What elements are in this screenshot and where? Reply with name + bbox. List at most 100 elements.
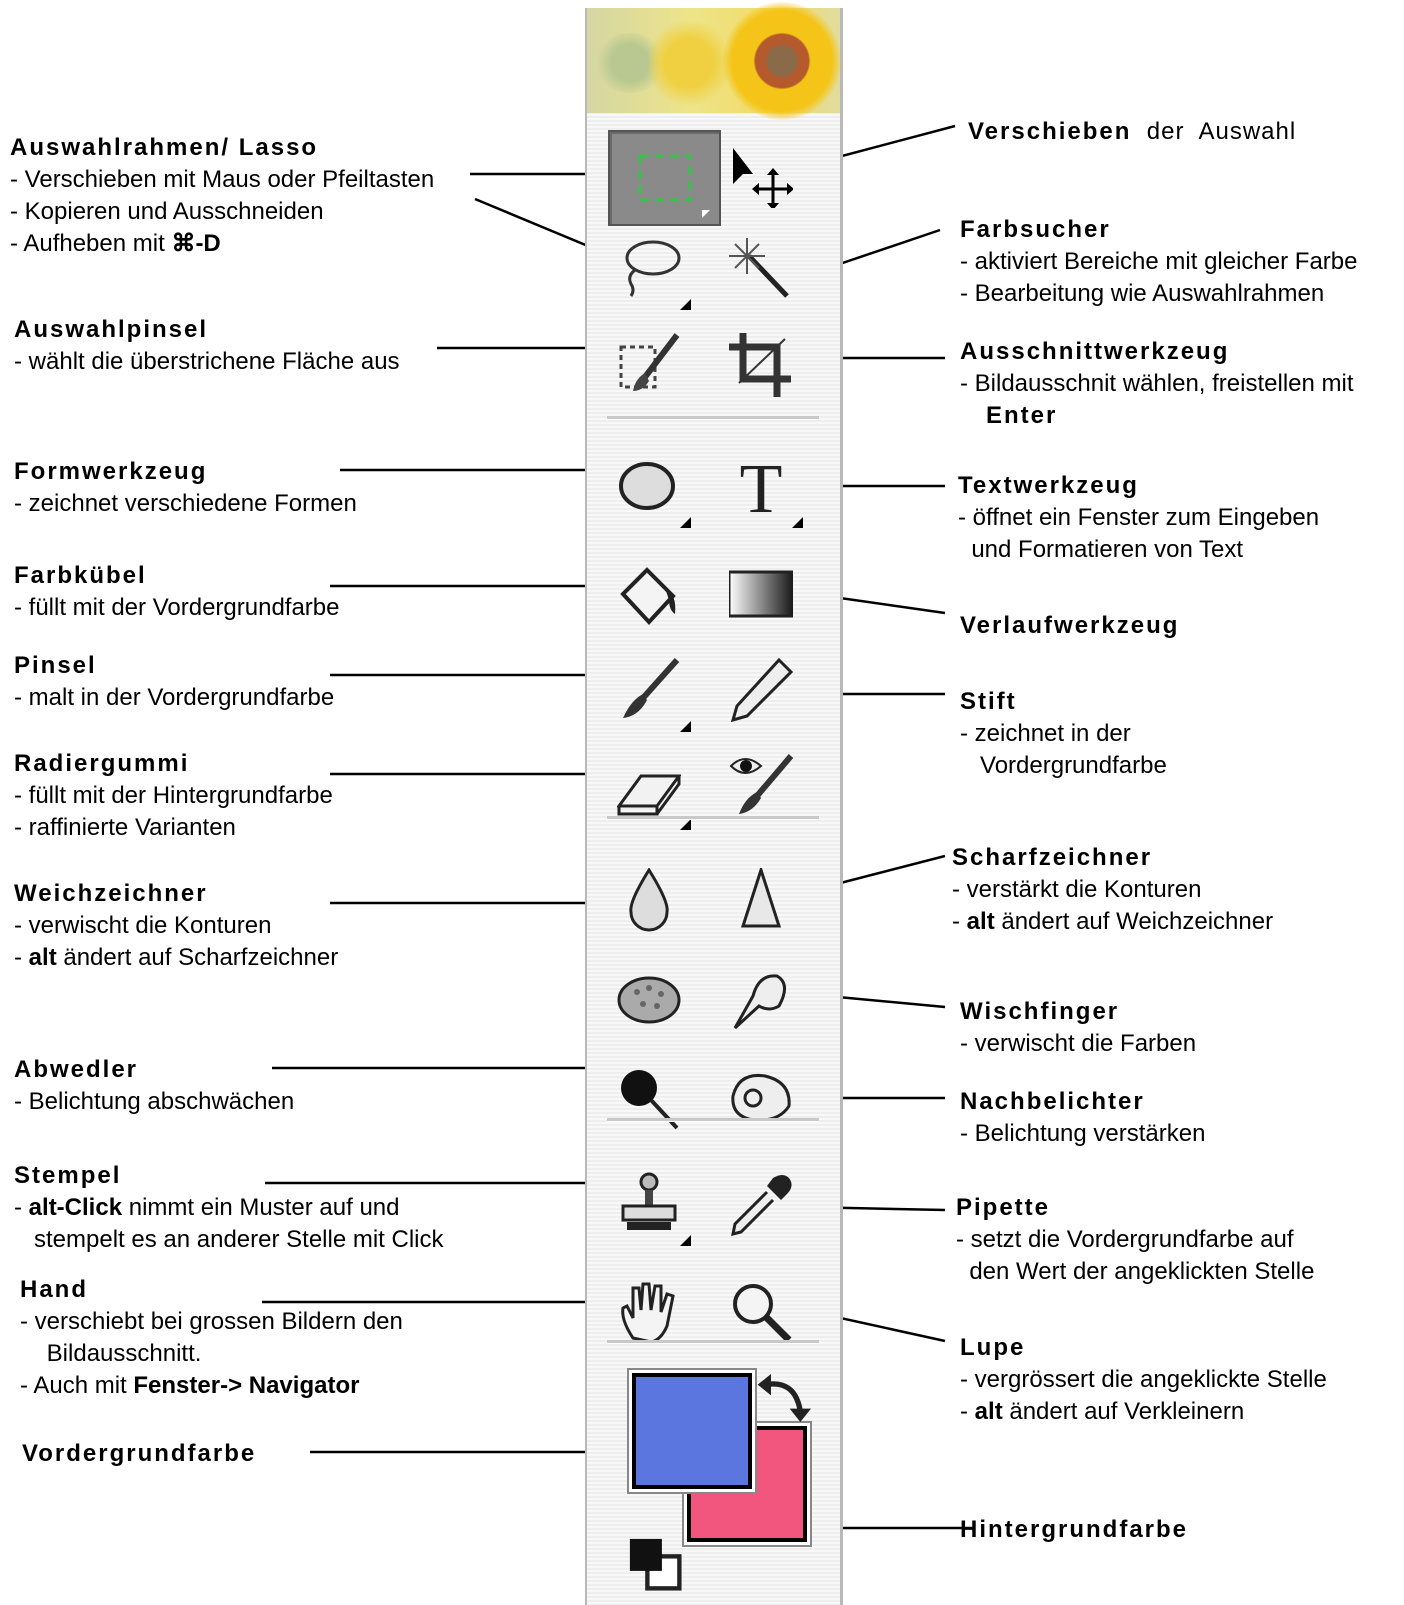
submenu-indicator <box>680 517 691 528</box>
desc: - verstärkt die Konturen <box>952 876 1202 903</box>
paint-bucket-tool-button[interactable] <box>617 564 681 628</box>
desc: - vergrössert die angeklickte Stelle <box>960 1366 1327 1393</box>
desc: - verwischt die Farben <box>960 1030 1197 1057</box>
label-stempel: Stempel - alt-Click nimmt ein Muster auf… <box>14 1160 444 1256</box>
desc: Verschieben der Auswahl <box>968 116 1296 148</box>
desc: - alt-Click nimmt ein Muster auf und <box>14 1192 444 1224</box>
selection-brush-icon <box>619 333 680 391</box>
title: Ausschnittwerkzeug <box>960 338 1230 365</box>
red-eye-tool-button[interactable] <box>729 752 794 816</box>
label-pipette: Pipette - setzt die Vordergrundfarbe auf… <box>956 1192 1314 1288</box>
separator <box>607 1340 819 1344</box>
sharpen-tool-button[interactable] <box>729 865 793 932</box>
submenu-indicator <box>792 517 803 528</box>
title: Wischfinger <box>960 998 1120 1025</box>
desc: - Belichtung verstärken <box>960 1120 1206 1147</box>
submenu-indicator <box>680 819 691 830</box>
palette-header-image[interactable] <box>587 2 841 120</box>
title: Auswahlrahmen/ Lasso <box>10 134 319 161</box>
sunflower-icon <box>723 2 841 120</box>
magic-wand-tool-button[interactable] <box>729 236 793 300</box>
label-auswahlrahmen: Auswahlrahmen/ Lasso - Verschieben mit M… <box>10 132 434 260</box>
desc: - zeichnet verschiedene Formen <box>14 490 357 517</box>
title: Stift <box>960 688 1017 715</box>
desc: und Formatieren von Text <box>958 536 1244 563</box>
desc: - verwischt die Konturen <box>14 912 272 939</box>
desc: - öffnet ein Fenster zum Eingeben <box>958 504 1320 531</box>
desc: den Wert der angeklickten Stelle <box>956 1258 1315 1285</box>
label-nachbelichter: Nachbelichter - Belichtung verstärken <box>960 1086 1205 1150</box>
title: Farbsucher <box>960 216 1111 243</box>
label-verschieben: Verschieben der Auswahl <box>968 116 1296 148</box>
lasso-tool-button[interactable] <box>617 236 691 310</box>
desc: - setzt die Vordergrundfarbe auf <box>956 1226 1294 1253</box>
title: Farbkübel <box>14 562 147 589</box>
crop-tool-button[interactable] <box>729 333 793 397</box>
sharpen-icon <box>740 865 782 928</box>
title: Verlaufwerkzeug <box>960 612 1180 639</box>
title: Stempel <box>14 1162 122 1189</box>
label-hand: Hand - verschiebt bei grossen Bildern de… <box>20 1274 403 1402</box>
title: Hintergrundfarbe <box>960 1516 1189 1543</box>
desc: - wählt die überstrichene Fläche aus <box>14 348 400 375</box>
brush-icon <box>623 657 680 718</box>
label-hintergrundfarbe: Hintergrundfarbe <box>960 1514 1188 1546</box>
hand-tool-button[interactable] <box>617 1280 681 1344</box>
title: Vordergrundfarbe <box>22 1440 257 1467</box>
desc: - füllt mit der Vordergrundfarbe <box>14 594 340 621</box>
move-icon <box>733 148 794 210</box>
label-formwerkzeug: Formwerkzeug - zeichnet verschiedene For… <box>14 456 357 520</box>
title: Nachbelichter <box>960 1088 1145 1115</box>
swap-colors-button[interactable] <box>755 1366 811 1422</box>
swap-colors-icon <box>757 1374 811 1422</box>
eyedropper-icon <box>731 1175 792 1237</box>
desc-bold: Fenster-> Navigator <box>133 1372 360 1399</box>
eyedropper-tool-button[interactable] <box>729 1172 793 1237</box>
desc: - füllt mit der Hintergrundfarbe <box>14 782 333 809</box>
desc-part: - Auch mit <box>20 1372 134 1399</box>
brush-tool-button[interactable] <box>617 657 691 732</box>
title: Auswahlpinsel <box>14 316 209 343</box>
blur-tool-button[interactable] <box>617 867 681 932</box>
title: Pinsel <box>14 652 97 679</box>
title: Weichzeichner <box>14 880 208 907</box>
marquee-icon <box>638 154 710 218</box>
label-stift: Stift - zeichnet in der Vordergrundfarbe <box>960 686 1167 782</box>
desc-part: ändert auf Weichzeichner <box>994 908 1274 935</box>
desc-part: ändert auf Scharfzeichner <box>56 944 339 971</box>
move-tool-button[interactable] <box>729 144 794 210</box>
gradient-tool-button[interactable] <box>727 564 797 628</box>
text-tool-button[interactable]: T <box>729 451 803 528</box>
magic-wand-icon <box>729 238 789 298</box>
zoom-tool-button[interactable] <box>729 1280 793 1344</box>
label-vordergrundfarbe: Vordergrundfarbe <box>22 1438 256 1470</box>
smudge-tool-button[interactable] <box>729 966 793 1030</box>
label-auswahlpinsel: Auswahlpinsel - wählt die überstrichene … <box>14 314 400 378</box>
desc-bold: Enter <box>986 402 1058 429</box>
desc: Vordergrundfarbe <box>960 752 1167 779</box>
shape-tool-button[interactable] <box>617 454 691 528</box>
desc: - Bildausschnit wählen, freistellen mit <box>960 370 1354 397</box>
foreground-color-swatch[interactable] <box>632 1373 752 1489</box>
selection-brush-tool-button[interactable] <box>617 333 681 397</box>
desc: - zeichnet in der <box>960 720 1131 747</box>
eraser-tool-button[interactable] <box>616 756 691 830</box>
shortcut-key: ⌘-D <box>171 230 221 257</box>
label-weichzeichner: Weichzeichner - verwischt die Konturen -… <box>14 878 338 974</box>
lasso-icon <box>625 240 681 297</box>
desc-part: der Auswahl <box>1131 118 1297 145</box>
pencil-tool-button[interactable] <box>729 657 794 723</box>
label-ausschnitt: Ausschnittwerkzeug - Bildausschnit wähle… <box>960 336 1354 432</box>
submenu-indicator <box>680 299 691 310</box>
smudge-icon <box>733 974 786 1030</box>
desc: - verschiebt bei grossen Bildern den <box>20 1308 403 1335</box>
desc-part: - <box>14 1194 29 1221</box>
clone-stamp-tool-button[interactable] <box>617 1172 691 1246</box>
desc-part: nimmt ein Muster auf und <box>122 1194 400 1221</box>
default-colors-button[interactable] <box>627 1536 682 1591</box>
label-farbsucher: Farbsucher - aktiviert Bereiche mit glei… <box>960 214 1357 310</box>
marquee-tool-button[interactable] <box>608 130 721 226</box>
desc: - aktiviert Bereiche mit gleicher Farbe <box>960 248 1358 275</box>
sponge-icon <box>617 976 681 1024</box>
sponge-tool-button[interactable] <box>617 966 681 1030</box>
